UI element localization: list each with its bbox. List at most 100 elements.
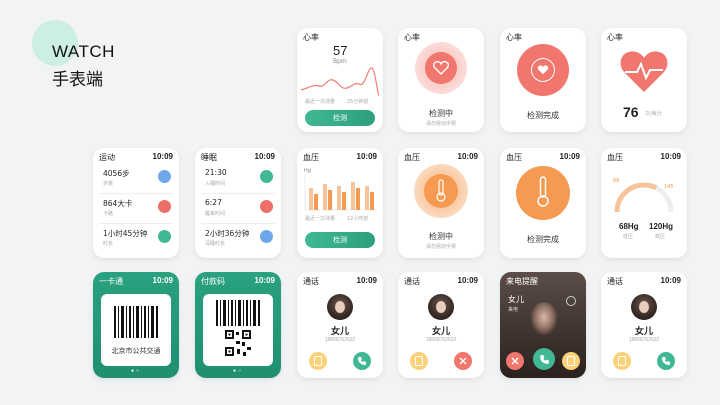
caller-sub: 来电 [508, 307, 519, 313]
call-card[interactable]: 通话 10:09 女儿 18898762632 [398, 272, 484, 378]
status-caption: 检测完成 [527, 235, 559, 244]
settings-icon[interactable] [566, 296, 576, 306]
card-label: 心率 [404, 33, 420, 42]
status-sub: 请勿晃动手臂 [425, 244, 456, 250]
clock-time: 10:09 [559, 152, 580, 161]
heart-rate-done-card: 心率 检测完成 [500, 28, 586, 132]
clock-time: 10:09 [152, 152, 173, 161]
card-label: 通话 [607, 277, 623, 286]
list-item: 2小时36分钟 深睡时长 [201, 226, 275, 252]
avatar [631, 294, 657, 320]
heart-rate-wave [301, 67, 379, 97]
answer-button[interactable] [533, 348, 555, 370]
card-label: 心率 [607, 33, 623, 42]
sport-card[interactable]: 运动 10:09 4056步 步数 864大卡 卡路 1小时45分钟 时长 [93, 148, 179, 258]
low-pressure-label: 低压 [623, 234, 634, 240]
page-dots: ●○ [232, 368, 244, 374]
heart-rate-value: 76 [623, 104, 639, 120]
card-label: 睡眠 [201, 153, 217, 162]
transit-card[interactable]: 一卡通 10:09 北京市公共交通 ●○ [93, 272, 179, 378]
message-button[interactable] [613, 352, 631, 370]
list-item: 21:30 入睡时间 [201, 166, 275, 192]
bp-done-card: 血压 10:09 检测完成 [500, 148, 586, 258]
answer-button[interactable] [657, 352, 675, 370]
detect-button[interactable]: 检测 [305, 232, 375, 248]
last-measure-label: 最近一次测量 [305, 216, 336, 222]
clock-time: 10:09 [457, 152, 478, 161]
clock-time: 10:09 [660, 276, 681, 285]
steps-label: 步数 [103, 181, 114, 187]
barcode-icon [216, 300, 260, 326]
message-button[interactable] [309, 352, 327, 370]
hangup-button[interactable] [454, 352, 472, 370]
status-caption: 检测中 [429, 232, 453, 241]
gauge-left-tick: 68 [613, 178, 620, 184]
barcode-panel: 北京市公共交通 [101, 294, 171, 366]
list-item: 1小时45分钟 时长 [99, 226, 173, 252]
contact-phone: 18898762632 [425, 337, 457, 343]
last-measure-time: 25分钟前 [347, 99, 369, 105]
avatar [327, 294, 353, 320]
card-label: 来电提醒 [506, 277, 538, 286]
heart-rate-card[interactable]: 心率 57 Bpm 最近一次测量 25分钟前 检测 [297, 28, 383, 132]
hangup-icon [511, 357, 519, 365]
card-label: 一卡通 [99, 277, 123, 286]
decline-button[interactable] [506, 352, 524, 370]
page-title: WATCH [52, 42, 115, 61]
caller-photo [530, 302, 558, 336]
incoming-call-card[interactable]: 来电提醒 女儿 来电 [500, 272, 586, 378]
sleep-time-value: 21:30 [205, 168, 227, 177]
wake-time-label: 醒来时间 [205, 211, 226, 217]
phone-icon [539, 354, 549, 364]
sun-icon [260, 200, 273, 213]
moon-icon [260, 170, 273, 183]
card-label: 通话 [303, 277, 319, 286]
barcode-icon [114, 306, 158, 338]
high-pressure-label: 高压 [655, 234, 666, 240]
heart-pulse-icon [620, 51, 668, 92]
heart-rate-unit: 次/每分 [645, 111, 662, 117]
card-label: 心率 [506, 33, 522, 42]
sleep-card[interactable]: 睡眠 10:09 21:30 入睡时间 6:27 醒来时间 2小时36分钟 深睡时… [195, 148, 281, 258]
call-card[interactable]: 通话 10:09 女儿 18898762632 [601, 272, 687, 378]
card-label: 血压 [506, 153, 522, 162]
clock-icon [260, 230, 273, 243]
contact-phone: 18898762632 [628, 337, 660, 343]
payment-panel [203, 294, 273, 366]
heart-icon [537, 65, 549, 75]
flame-icon [158, 200, 171, 213]
phone-icon [662, 357, 670, 365]
message-button[interactable] [410, 352, 428, 370]
page-subtitle: 手表端 [52, 70, 103, 90]
clock-time: 10:09 [152, 276, 173, 285]
payment-code-card[interactable]: 付款码 10:09 ●○ [195, 272, 281, 378]
last-measure-label: 最近一次测量 [305, 99, 336, 105]
status-caption: 检测中 [429, 109, 453, 118]
page-dots: ●○ [130, 368, 142, 374]
call-card[interactable]: 通话 10:09 女儿 18898762632 [297, 272, 383, 378]
wake-time-value: 6:27 [205, 198, 222, 207]
bp-gauge [614, 182, 674, 213]
hangup-icon [459, 357, 467, 365]
sleep-time-label: 入睡时间 [205, 181, 226, 187]
detect-button[interactable]: 检测 [305, 110, 375, 126]
deep-sleep-label: 深睡时长 [205, 241, 226, 247]
clock-time: 10:09 [356, 276, 377, 285]
card-label: 血压 [404, 153, 420, 162]
card-label: 付款码 [201, 277, 225, 286]
card-label: 运动 [99, 153, 115, 162]
avatar [428, 294, 454, 320]
message-icon [314, 356, 322, 366]
steps-value: 4056步 [103, 169, 130, 178]
heart-rate-detecting-card: 心率 检测中 请勿晃动手臂 [398, 28, 484, 132]
blood-pressure-card[interactable]: 血压 10:09 Hg 最近一次测量 12小时前 检测 [297, 148, 383, 258]
bp-result-card: 血压 10:09 68 145 68Hg 低压 120Hg 高压 [601, 148, 687, 258]
clock-time: 10:09 [254, 152, 275, 161]
list-item: 6:27 醒来时间 [201, 196, 275, 222]
status-caption: 检测完成 [527, 111, 559, 120]
bp-bar-chart [304, 174, 377, 211]
phone-icon [358, 357, 366, 365]
message-button[interactable] [562, 352, 580, 370]
answer-button[interactable] [353, 352, 371, 370]
qr-code-icon [225, 330, 251, 356]
